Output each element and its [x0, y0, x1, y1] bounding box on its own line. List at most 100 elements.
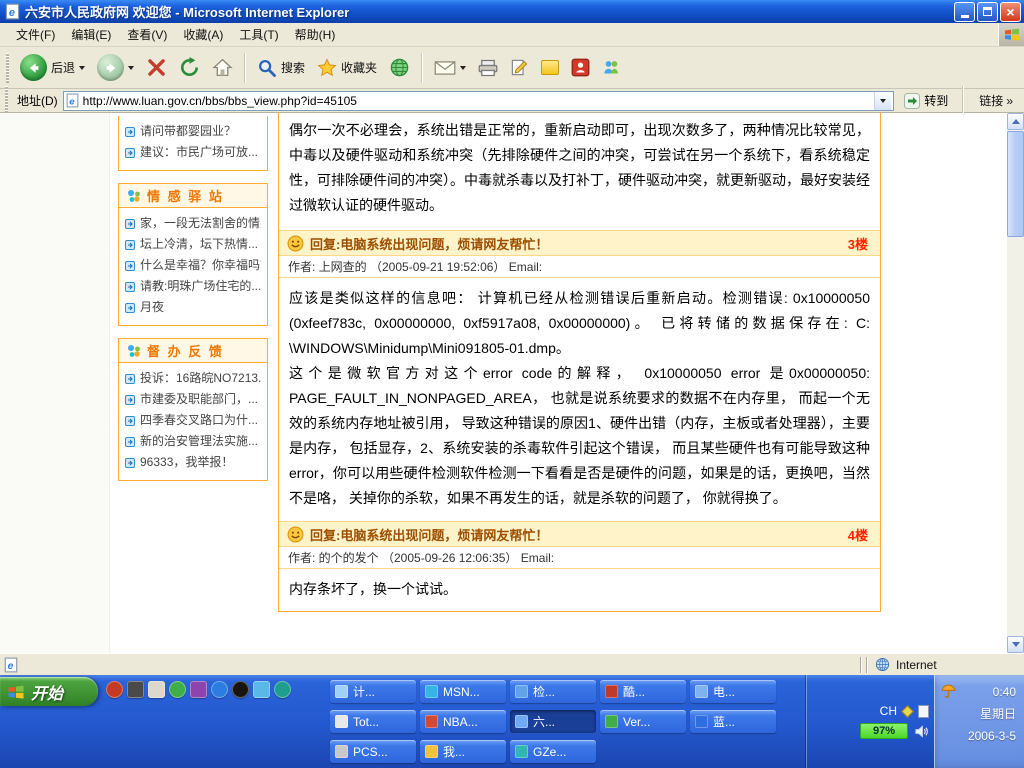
sidebar-link[interactable]: 什么是幸福？你幸福吗？ [125, 255, 261, 276]
chat-button[interactable] [566, 55, 595, 80]
quick-launch-icon[interactable] [274, 681, 291, 698]
vertical-scrollbar[interactable] [1007, 113, 1024, 653]
search-button[interactable]: 搜索 [252, 55, 310, 81]
battery-badge[interactable]: 97% [860, 723, 908, 739]
sidebar-box-supervision: 督 办 反 馈 投诉：16路皖NO7213... 市建委及职能部门，... 四季… [118, 338, 268, 481]
task-icon [425, 715, 438, 728]
scroll-up-button[interactable] [1007, 113, 1024, 130]
language-indicator[interactable]: CH [880, 704, 897, 718]
post-author-line: 作者: 的个的发个 （2005-09-26 12:06:35） Email: [279, 547, 880, 569]
sidebar-link[interactable]: 新的治安管理法实施... [125, 431, 261, 452]
close-icon: × [1006, 5, 1014, 19]
go-button[interactable]: 转到 [899, 90, 953, 111]
address-dropdown-button[interactable] [874, 92, 891, 110]
task-button-active[interactable]: 六... [510, 710, 596, 733]
sidebar-link-label: 月夜 [140, 297, 164, 318]
menu-view[interactable]: 查看(V) [119, 23, 175, 46]
forward-button[interactable] [92, 51, 139, 84]
minimize-button[interactable] [954, 2, 975, 22]
tray-doc-icon[interactable] [918, 705, 929, 718]
sidebar-link[interactable]: 坛上冷清，坛下热情... [125, 234, 261, 255]
task-button[interactable]: 我... [420, 740, 506, 763]
window-title: 六安市人民政府网 欢迎您 - Microsoft Internet Explor… [25, 2, 954, 21]
task-button[interactable]: 电... [690, 680, 776, 703]
back-icon [20, 54, 47, 81]
print-button[interactable] [473, 56, 503, 80]
sidebar-link[interactable]: 家，一段无法割舍的情感 [125, 213, 261, 234]
sidebar-link-label: 投诉：16路皖NO7213... [140, 368, 261, 389]
task-button[interactable]: 检... [510, 680, 596, 703]
address-input[interactable] [83, 94, 871, 108]
maximize-button[interactable] [977, 2, 998, 22]
messenger-button[interactable] [597, 55, 626, 80]
scrollbar-thumb[interactable] [1007, 131, 1024, 237]
quick-launch-icon[interactable] [169, 681, 186, 698]
scroll-down-icon [1012, 642, 1020, 651]
favorites-button[interactable]: 收藏夹 [312, 55, 382, 81]
sidebar-link[interactable]: 投诉：16路皖NO7213... [125, 368, 261, 389]
task-label: GZe... [533, 745, 566, 759]
task-button[interactable]: 计... [330, 680, 416, 703]
task-button[interactable]: 酷... [600, 680, 686, 703]
sidebar-link[interactable]: 四季春交叉路口为什... [125, 410, 261, 431]
sidebar-section-header: 督 办 反 馈 [119, 339, 267, 363]
stop-button[interactable] [141, 54, 172, 81]
title-bar: e 六安市人民政府网 欢迎您 - Microsoft Internet Expl… [0, 0, 1024, 23]
quick-launch-icon[interactable] [253, 681, 270, 698]
task-button[interactable]: MSN... [420, 680, 506, 703]
sidebar-link[interactable]: 请教:明珠广场住宅的... [125, 276, 261, 297]
bullet-icon [125, 303, 135, 313]
post-title: 回复:电脑系统出现问题，烦请网友帮忙！ [310, 525, 548, 544]
sidebar-box-emotion: 情 感 驿 站 家，一段无法割舍的情感 坛上冷清，坛下热情... 什么是幸福？你… [118, 183, 268, 326]
quick-launch-icon[interactable] [190, 681, 207, 698]
task-button[interactable]: 蓝... [690, 710, 776, 733]
links-button[interactable]: 链接 » [973, 92, 1019, 109]
sidebar-link[interactable]: 月夜 [125, 297, 261, 318]
quick-launch-icon[interactable] [127, 681, 144, 698]
addressbar-grip[interactable] [5, 86, 8, 116]
tray-app-icon[interactable] [901, 705, 914, 718]
system-tray: CH 97% [806, 675, 934, 768]
section-flower-icon [127, 189, 141, 203]
start-label: 开始 [31, 680, 63, 704]
sidebar-link[interactable]: 市建委及职能部门，... [125, 389, 261, 410]
menu-tools[interactable]: 工具(T) [231, 23, 286, 46]
menu-favorites[interactable]: 收藏(A) [175, 23, 231, 46]
toolbar-grip[interactable] [6, 53, 9, 83]
sidebar-link[interactable]: 96333，我举报！ [125, 452, 261, 473]
links-chevron-icon: » [1006, 94, 1013, 108]
task-label: 计... [353, 683, 375, 700]
bullet-icon [125, 374, 135, 384]
mail-button[interactable] [429, 57, 471, 79]
menu-file[interactable]: 文件(F) [8, 23, 63, 46]
edit-button[interactable] [505, 55, 534, 80]
sidebar-link[interactable]: 建议：市民广场可放... [125, 142, 261, 163]
menu-help[interactable]: 帮助(H) [287, 23, 344, 46]
refresh-button[interactable] [174, 54, 205, 81]
quick-launch-icon[interactable] [106, 681, 123, 698]
quick-launch-icon[interactable] [148, 681, 165, 698]
start-button[interactable]: 开始 [0, 677, 98, 706]
tray-row: CH [812, 704, 929, 718]
quick-launch-icon[interactable] [232, 681, 249, 698]
task-button[interactable]: PCS... [330, 740, 416, 763]
quick-launch-icon[interactable] [211, 681, 228, 698]
scroll-down-button[interactable] [1007, 636, 1024, 653]
volume-icon[interactable] [914, 724, 929, 739]
sidebar-link-label: 建议：市民广场可放... [140, 142, 258, 163]
task-icon [515, 745, 528, 758]
menu-edit[interactable]: 编辑(E) [63, 23, 119, 46]
task-button[interactable]: Tot... [330, 710, 416, 733]
umbrella-tray-icon[interactable] [940, 683, 957, 703]
discuss-button[interactable] [536, 57, 564, 78]
close-button[interactable]: × [1000, 2, 1021, 22]
home-button[interactable] [207, 54, 238, 81]
task-button[interactable]: NBA... [420, 710, 506, 733]
back-button[interactable]: 后退 [15, 51, 90, 84]
bullet-icon [125, 437, 135, 447]
history-button[interactable] [384, 54, 415, 81]
addressbar-separator [962, 86, 964, 116]
task-button[interactable]: GZe... [510, 740, 596, 763]
sidebar-link[interactable]: 请问带都婴园业？ [125, 121, 261, 142]
task-button[interactable]: Ver... [600, 710, 686, 733]
